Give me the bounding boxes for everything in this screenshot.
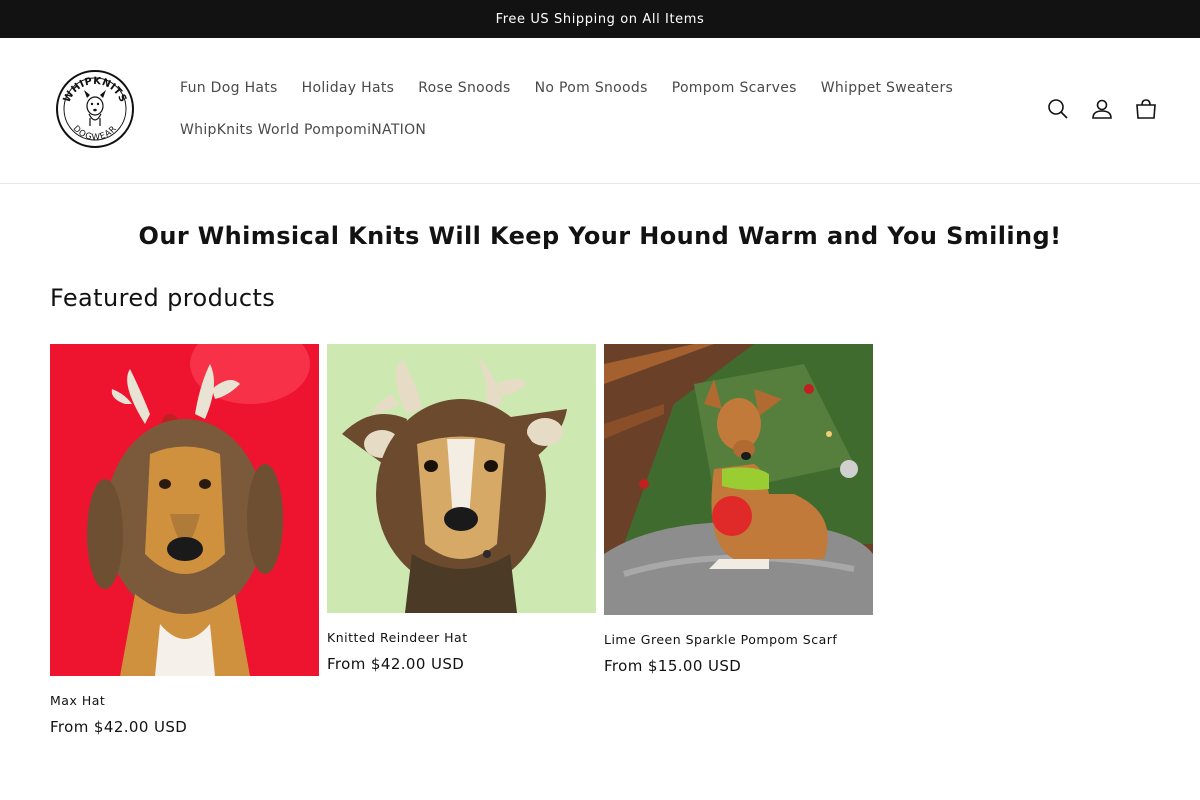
nav-link-holiday-hats[interactable]: Holiday Hats (290, 80, 407, 96)
product-title[interactable]: Max Hat (50, 693, 319, 708)
cart-icon[interactable] (1130, 92, 1162, 126)
nav-link-pompom-scarves[interactable]: Pompom Scarves (660, 80, 809, 96)
main-navigation: Fun Dog Hats Holiday Hats Rose Snoods No… (168, 66, 953, 152)
product-title[interactable]: Knitted Reindeer Hat (327, 630, 596, 645)
search-icon[interactable] (1042, 92, 1074, 126)
nav-row-2: WhipKnits World PompomiNATION (168, 108, 928, 152)
product-price: From $42.00 USD (327, 655, 465, 673)
account-icon[interactable] (1086, 92, 1118, 126)
nav-link-pompomination[interactable]: WhipKnits World PompomiNATION (168, 122, 438, 138)
nav-link-no-pom-snoods[interactable]: No Pom Snoods (523, 80, 660, 96)
product-card[interactable]: Knitted Reindeer Hat From $42.00 USD (327, 344, 596, 673)
product-price: From $42.00 USD (50, 718, 188, 736)
nav-link-fun-dog-hats[interactable]: Fun Dog Hats (168, 80, 290, 96)
product-title[interactable]: Lime Green Sparkle Pompom Scarf (604, 632, 873, 647)
nav-link-whippet-sweaters[interactable]: Whippet Sweaters (809, 80, 965, 96)
announcement-text: Free US Shipping on All Items (495, 11, 705, 27)
product-image[interactable] (327, 344, 596, 613)
announcement-bar: Free US Shipping on All Items (0, 0, 1200, 38)
page-headline: Our Whimsical Knits Will Keep Your Hound… (138, 222, 1062, 250)
store-logo[interactable]: WHIPKNITS DOGWEAR (55, 68, 135, 150)
product-card[interactable]: Lime Green Sparkle Pompom Scarf From $15… (604, 344, 873, 675)
site-header: WHIPKNITS DOGWEAR Fun Dog Hats Holiday H… (0, 38, 1200, 184)
nav-row-1: Fun Dog Hats Holiday Hats Rose Snoods No… (168, 66, 953, 110)
product-image[interactable] (604, 344, 873, 615)
section-title: Featured products (50, 284, 276, 312)
nav-link-rose-snoods[interactable]: Rose Snoods (406, 80, 522, 96)
header-icons (1042, 92, 1162, 126)
product-card[interactable]: Max Hat From $42.00 USD (50, 344, 319, 736)
product-image[interactable] (50, 344, 319, 676)
product-price: From $15.00 USD (604, 657, 742, 675)
